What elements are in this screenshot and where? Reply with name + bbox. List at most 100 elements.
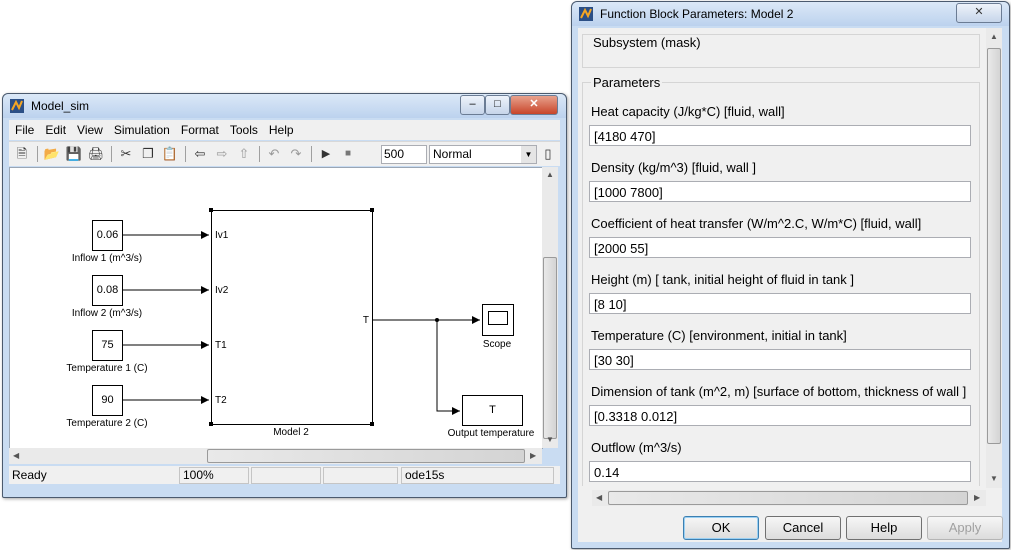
forward-icon[interactable]: ⇨ [213,145,231,163]
port-iv1: Iv1 [215,230,229,241]
menu-edit[interactable]: Edit [39,120,71,137]
sim-mode-select[interactable]: Normal ▼ [429,145,537,164]
apply-button[interactable]: Apply [927,516,1003,540]
scroll-thumb[interactable] [207,449,525,463]
selection-handle[interactable] [370,422,374,426]
toolbar-separator [259,146,260,162]
back-icon[interactable]: ⇦ [191,145,209,163]
help-button[interactable]: Help [846,516,922,540]
model-titlebar[interactable]: Model_sim – □ ✕ [3,94,566,118]
output-temperature-block[interactable]: T [462,395,523,426]
scroll-left-icon[interactable]: ◀ [596,493,602,502]
dialog-titlebar[interactable]: Function Block Parameters: Model 2 ✕ [572,2,1009,26]
inflow1-constant-block[interactable]: 0.06 [92,220,123,251]
toolbar-separator [111,146,112,162]
copy-icon[interactable]: ❐ [139,145,157,163]
scroll-up-icon[interactable]: ▲ [546,170,554,179]
save-icon[interactable]: 💾 [65,145,83,163]
simulink-icon [579,7,593,21]
scroll-right-icon[interactable]: ▶ [530,451,536,460]
cut-icon[interactable]: ✂ [117,145,135,163]
temp1-constant-block[interactable]: 75 [92,330,123,361]
library-icon[interactable]: ▯ [543,145,553,163]
maximize-button[interactable]: □ [485,95,510,115]
outflow-field[interactable]: 0.14 [589,461,971,482]
play-icon[interactable]: ▶ [317,145,335,163]
scroll-left-icon[interactable]: ◀ [13,451,19,460]
open-icon[interactable]: 📂 [43,145,61,163]
selection-handle[interactable] [209,208,213,212]
heat-capacity-label: Heat capacity (J/kg*C) [fluid, wall] [591,104,785,119]
port-t-out: T [362,315,369,326]
model-window-title: Model_sim [31,99,90,113]
inflow1-value: 0.06 [96,229,119,241]
scroll-down-icon[interactable]: ▼ [546,435,554,444]
paste-icon[interactable]: 📋 [161,145,179,163]
ok-button[interactable]: OK [683,516,759,540]
dimension-field[interactable]: [0.3318 0.012] [589,405,971,426]
temperature-field[interactable]: [30 30] [589,349,971,370]
temp2-value: 90 [101,394,114,406]
new-icon[interactable]: 🗎 [13,145,31,163]
status-empty-cell [251,467,321,484]
canvas-vertical-scrollbar[interactable]: ▲ ▼ [542,167,558,448]
parameters-pane: Subsystem (mask) Parameters Heat capacit… [578,28,982,486]
port-t1: T1 [215,340,227,351]
temp2-constant-block[interactable]: 90 [92,385,123,416]
status-zoom: 100% [179,467,249,484]
print-icon[interactable]: 🖨 [87,145,105,163]
temp1-label: Temperature 1 (C) [66,363,148,374]
scroll-thumb[interactable] [608,491,968,505]
canvas-horizontal-scrollbar[interactable]: ◀ ▶ [9,448,542,464]
stop-time-input[interactable]: 500 [381,145,427,164]
scroll-down-icon[interactable]: ▼ [990,474,998,483]
menu-format[interactable]: Format [175,120,224,137]
temperature-label: Temperature (C) [environment, initial in… [591,328,847,343]
scroll-thumb[interactable] [987,48,1001,444]
up-icon[interactable]: ⇧ [235,145,253,163]
heat-transfer-label: Coefficient of heat transfer (W/m^2.C, W… [591,216,922,231]
density-label: Density (kg/m^3) [fluid, wall ] [591,160,757,175]
dialog-body: Subsystem (mask) Parameters Heat capacit… [578,28,1003,542]
scope-block[interactable] [482,304,514,336]
scroll-thumb[interactable] [543,257,557,439]
dimension-label: Dimension of tank (m^2, m) [surface of b… [591,384,967,399]
status-solver: ode15s [401,467,554,484]
minimize-button[interactable]: – [460,95,485,115]
menu-file[interactable]: File [9,120,39,137]
toolbar-separator [311,146,312,162]
dialog-horizontal-scrollbar[interactable]: ◀ ▶ [592,490,986,506]
height-field[interactable]: [8 10] [589,293,971,314]
model-canvas[interactable]: 0.06 Inflow 1 (m^3/s) 0.08 Inflow 2 (m^3… [9,167,543,449]
selection-handle[interactable] [370,208,374,212]
menu-tools[interactable]: Tools [224,120,263,137]
chevron-down-icon[interactable]: ▼ [521,146,536,163]
statusbar: Ready 100% ode15s [9,466,560,484]
close-button[interactable]: ✕ [956,3,1002,23]
model-window: Model_sim – □ ✕ File Edit View Simulation Fo… [2,93,567,498]
heat-transfer-field[interactable]: [2000 55] [589,237,971,258]
undo-icon[interactable]: ↶ [265,145,283,163]
scroll-up-icon[interactable]: ▲ [990,32,998,41]
scope-screen-icon [488,311,508,325]
scroll-right-icon[interactable]: ▶ [974,493,980,502]
stop-icon[interactable]: ■ [339,145,357,163]
sim-mode-value: Normal [433,147,472,161]
menu-help[interactable]: Help [263,120,299,137]
port-t2: T2 [215,395,227,406]
close-button[interactable]: ✕ [510,95,558,115]
parameters-group-title: Parameters [591,75,663,90]
cancel-button[interactable]: Cancel [765,516,841,540]
outflow-label: Outflow (m^3/s) [591,440,682,455]
inflow2-constant-block[interactable]: 0.08 [92,275,123,306]
menu-view[interactable]: View [71,120,108,137]
model2-subsystem-block[interactable]: Iv1 Iv2 T1 T2 T [211,210,373,425]
menu-simulation[interactable]: Simulation [108,120,175,137]
port-iv2: Iv2 [215,285,229,296]
density-field[interactable]: [1000 7800] [589,181,971,202]
redo-icon[interactable]: ↷ [287,145,305,163]
heat-capacity-field[interactable]: [4180 470] [589,125,971,146]
selection-handle[interactable] [209,422,213,426]
dialog-vertical-scrollbar[interactable]: ▲ ▼ [986,28,1002,488]
mask-group-title: Subsystem (mask) [591,35,703,50]
